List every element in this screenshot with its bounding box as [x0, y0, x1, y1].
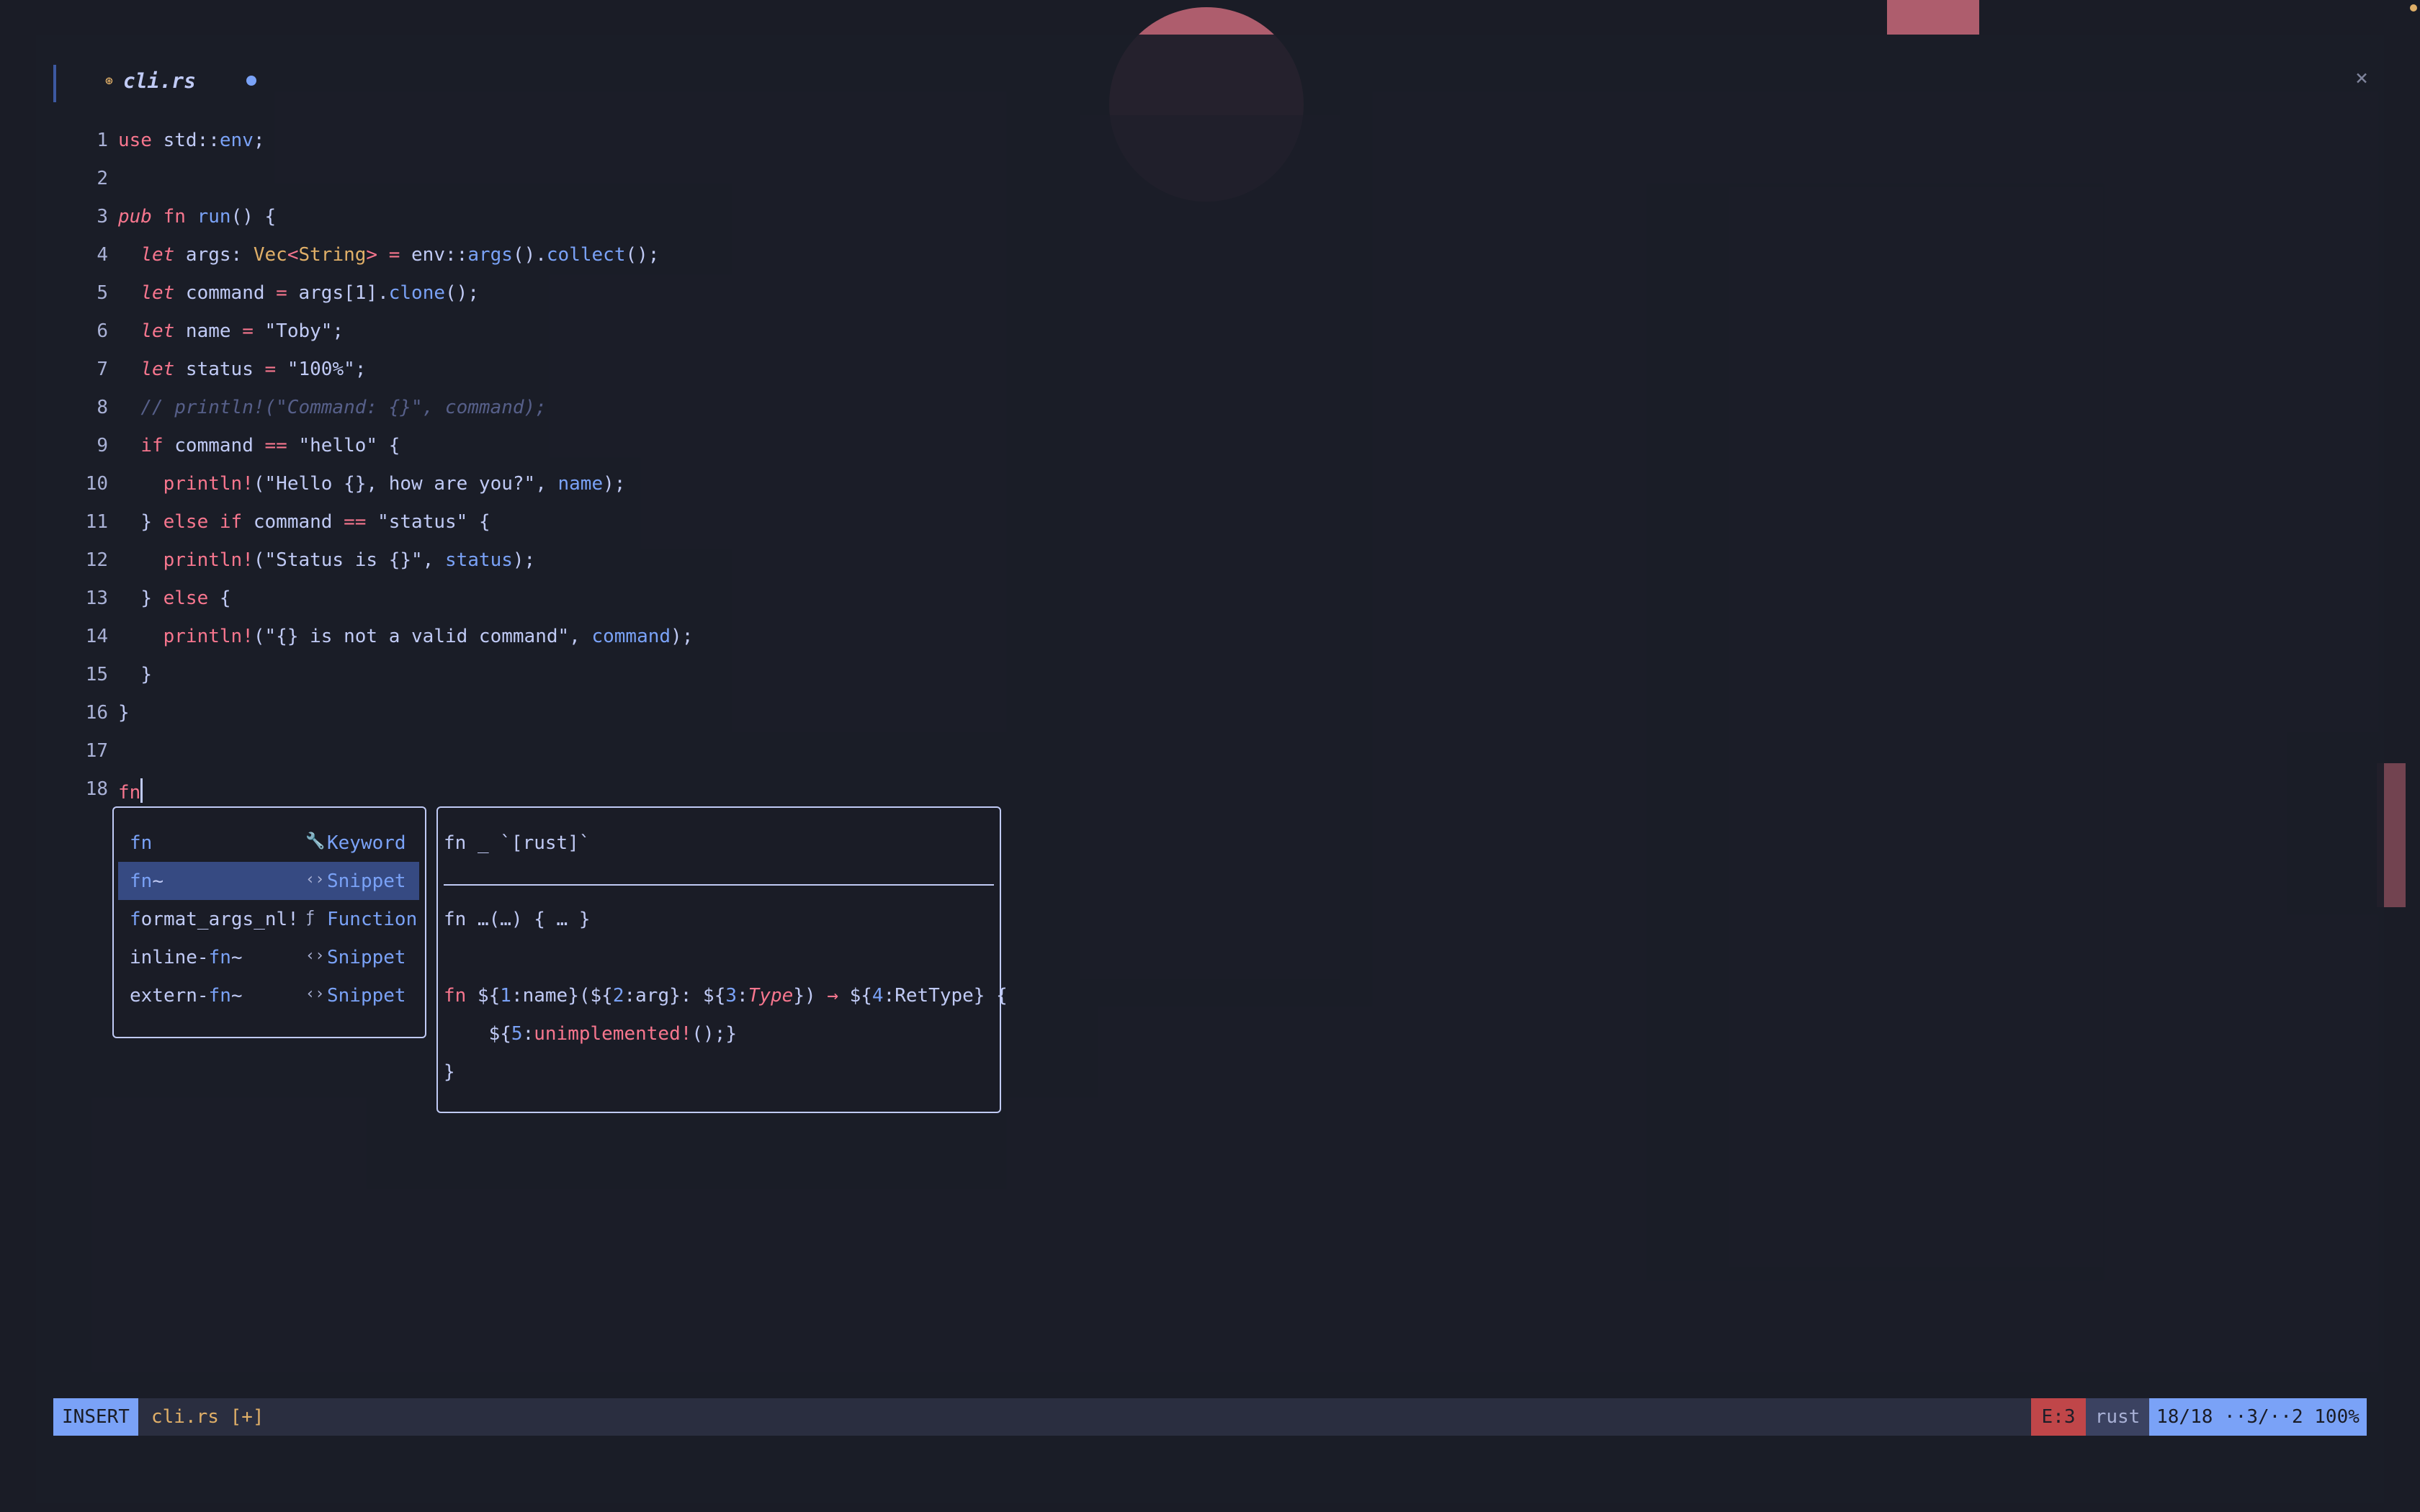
line-number: 16: [85, 702, 108, 724]
line-text: let status = "100%";: [140, 359, 367, 380]
line-text: let name = "Toby";: [140, 320, 344, 342]
snippet-icon: ‹›: [305, 870, 325, 888]
line-number: 9: [97, 435, 108, 456]
line-number: 14: [85, 626, 108, 647]
line-number: 12: [85, 549, 108, 571]
code-line: 10 println!("Hello {}, how are you?", na…: [36, 467, 1188, 505]
wrench-icon: 🔧: [305, 832, 326, 850]
line-text: let command = args[1].clone();: [140, 282, 479, 304]
tab-label: cli.rs: [122, 68, 196, 93]
line-number: 15: [85, 664, 108, 685]
code-line: 15 }: [36, 658, 1188, 696]
close-icon[interactable]: ×: [2355, 68, 2368, 89]
completion-menu: fn 🔧 Keyword fn~ ‹› Snippet format_args_…: [112, 806, 426, 1038]
line-number: 2: [97, 168, 108, 189]
wallpaper-sign: [1887, 0, 1979, 35]
line-number: 8: [97, 397, 108, 418]
line-number: 18: [85, 778, 108, 800]
line-text: use std::env;: [118, 130, 265, 151]
line-text: println!("Hello {}, how are you?", name)…: [163, 473, 626, 495]
line-text: if command == "hello" {: [140, 435, 400, 456]
code-line: 14 println!("{} is not a valid command",…: [36, 620, 1188, 658]
line-number: 17: [85, 740, 108, 762]
docs-snippet-line: ${5:unimplemented!();}: [444, 1023, 738, 1045]
line-number: 6: [97, 320, 108, 342]
modified-dot-icon: [246, 76, 256, 86]
line-text: } else {: [140, 588, 231, 609]
line-text: println!("Status is {}", status);: [163, 549, 536, 571]
line-text: }: [140, 664, 152, 685]
line-number: 11: [85, 511, 108, 533]
function-icon: ƒ: [305, 909, 315, 927]
editor-window: ⊛ cli.rs × 1 use std::env; 2 3 pub fn ru…: [36, 35, 2384, 1503]
docs-summary: fn …(…) { … }: [444, 909, 591, 930]
line-number: 13: [85, 588, 108, 609]
completion-item-selected[interactable]: fn~ ‹› Snippet: [118, 862, 419, 900]
code-line: 17: [36, 734, 1188, 773]
completion-kind: Snippet: [327, 870, 406, 892]
snippet-icon: ‹›: [305, 947, 325, 965]
line-number: 3: [97, 206, 108, 228]
code-line: 7 let status = "100%";: [36, 353, 1188, 391]
line-text: }: [118, 702, 130, 724]
tab-cli-rs[interactable]: ⊛ cli.rs: [105, 66, 256, 95]
completion-kind: Function: [327, 909, 418, 930]
error-count-badge[interactable]: E:3: [2031, 1398, 2086, 1436]
code-line: 11 } else if command == "status" {: [36, 505, 1188, 544]
line-text: fn: [118, 778, 143, 804]
line-number: 5: [97, 282, 108, 304]
notification-dot: [2410, 4, 2417, 12]
snippet-icon: ‹›: [305, 985, 325, 1003]
docs-snippet-line: }: [444, 1061, 455, 1083]
completion-item[interactable]: fn 🔧 Keyword: [118, 824, 419, 862]
line-number: 1: [97, 130, 108, 151]
code-line: 13 } else {: [36, 582, 1188, 620]
line-text: pub fn run() {: [118, 206, 277, 228]
code-line: 12 println!("Status is {}", status);: [36, 544, 1188, 582]
line-text: // println!("Command: {}", command);: [140, 397, 547, 418]
code-line: 8 // println!("Command: {}", command);: [36, 391, 1188, 429]
line-number: 7: [97, 359, 108, 380]
completion-item[interactable]: format_args_nl! ƒ Function: [118, 900, 419, 938]
line-text: println!("{} is not a valid command", co…: [163, 626, 694, 647]
completion-kind: Snippet: [327, 947, 406, 968]
text-cursor: [140, 778, 143, 803]
code-line: 5 let command = args[1].clone();: [36, 276, 1188, 315]
code-line: 6 let name = "Toby";: [36, 315, 1188, 353]
code-line: 16 }: [36, 696, 1188, 734]
code-line-current: 18 fn: [36, 773, 1188, 811]
code-line: 3 pub fn run() {: [36, 200, 1188, 238]
code-line: 9 if command == "hello" {: [36, 429, 1188, 467]
line-number: 4: [97, 244, 108, 266]
line-text: } else if command == "status" {: [140, 511, 490, 533]
active-tab-marker: [53, 65, 56, 102]
docs-snippet-line: fn ${1:name}(${2:arg}: ${3:Type}) → ${4:…: [444, 985, 1008, 1007]
language-indicator: rust: [2086, 1398, 2149, 1436]
cursor-position: 18/18 ··3/··2 100%: [2149, 1398, 2367, 1436]
completion-item[interactable]: inline-fn~ ‹› Snippet: [118, 938, 419, 976]
line-number: 10: [85, 473, 108, 495]
completion-item[interactable]: extern-fn~ ‹› Snippet: [118, 976, 419, 1014]
completion-kind: Snippet: [327, 985, 406, 1007]
code-line: 4 let args: Vec<String> = env::args().co…: [36, 238, 1188, 276]
completion-docs-panel: fn _ `[rust]` fn …(…) { … } fn ${1:name}…: [436, 806, 1008, 1113]
code-line: 1 use std::env;: [36, 124, 1188, 162]
rust-file-icon: ⊛: [105, 73, 113, 89]
docs-signature: fn _ `[rust]`: [444, 832, 591, 854]
completion-kind: Keyword: [327, 832, 406, 854]
docs-divider: [444, 884, 994, 886]
status-filename: cli.rs [+]: [151, 1406, 264, 1428]
code-line: 2: [36, 162, 1188, 200]
line-text: let args: Vec<String> = env::args().coll…: [140, 244, 660, 266]
tab-bar: ⊛ cli.rs ×: [36, 35, 2384, 102]
status-bar: INSERT cli.rs [+] E:3 rust 18/18 ··3/··2…: [53, 1398, 2367, 1436]
mode-indicator: INSERT: [53, 1398, 138, 1436]
